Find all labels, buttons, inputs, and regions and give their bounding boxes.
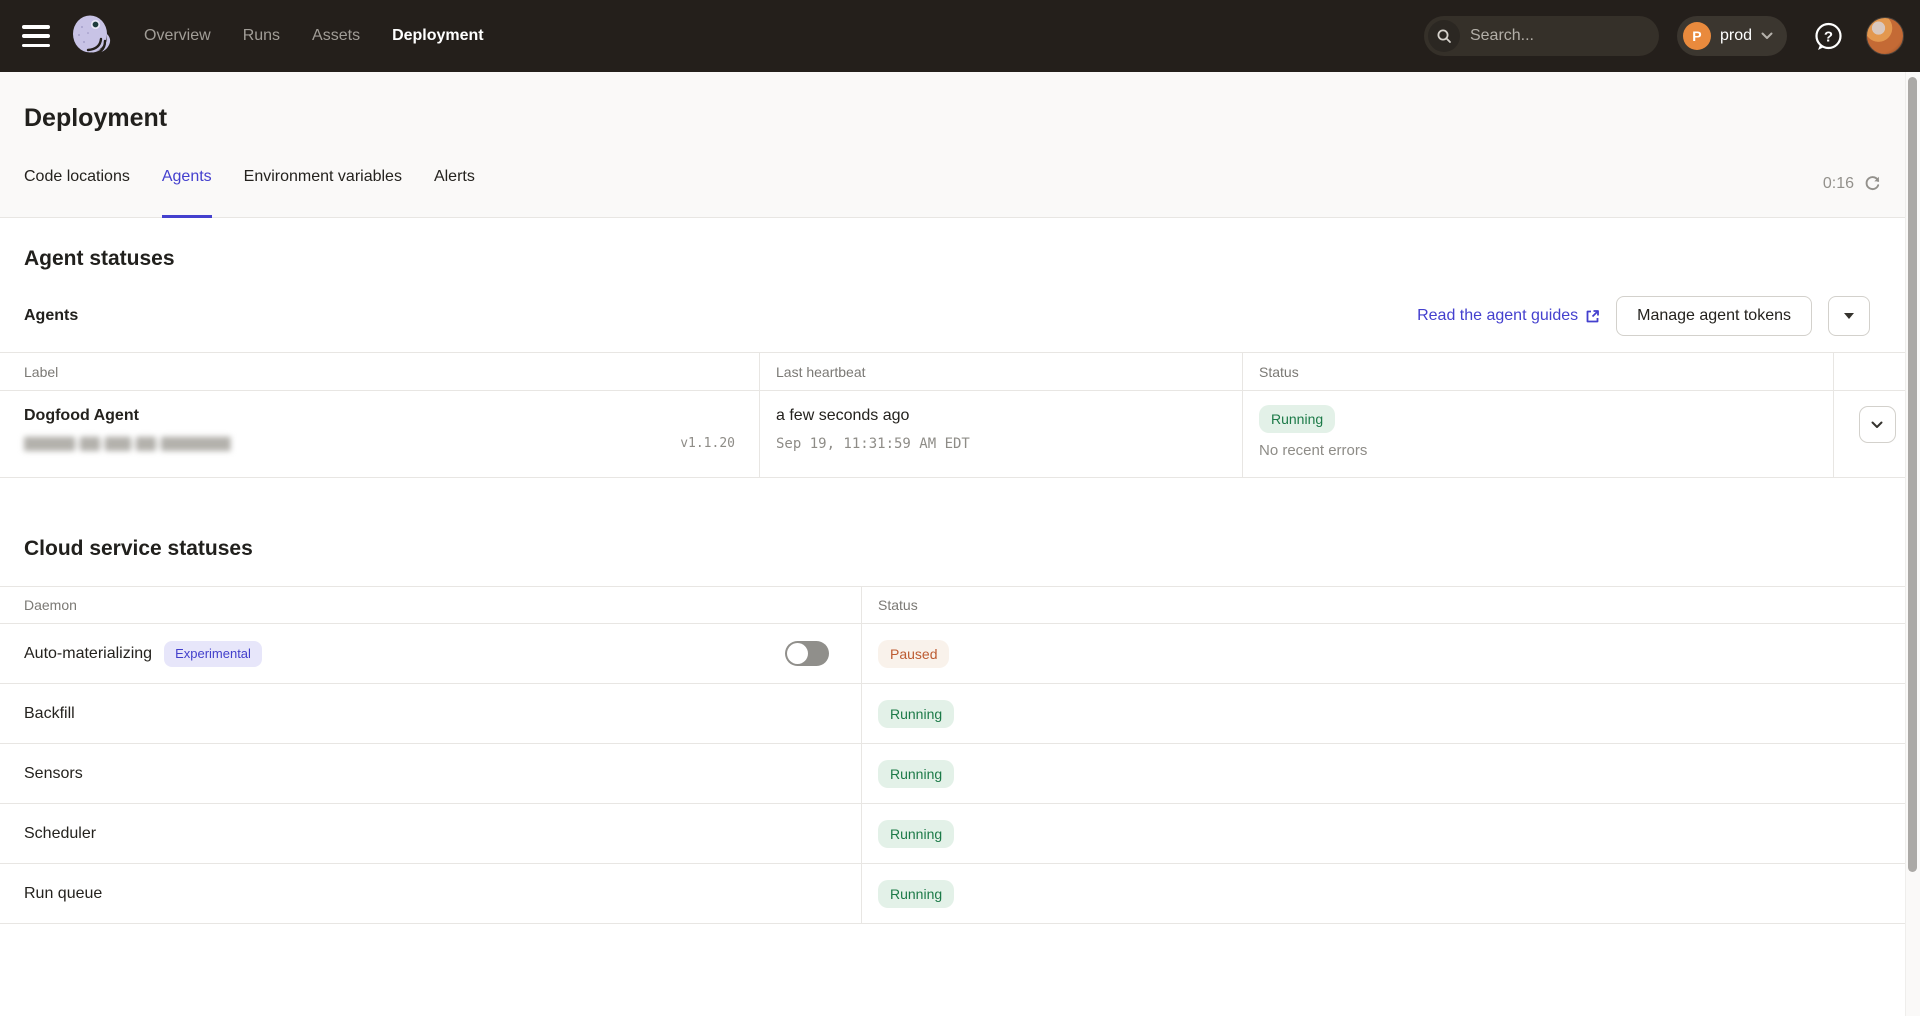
daemon-status-cell: Running xyxy=(861,864,1920,923)
toggle-knob xyxy=(787,643,808,664)
scrollbar-track xyxy=(1905,72,1920,1016)
agent-table-row: Dogfood Agent ████████-███-████-███-████… xyxy=(0,391,1920,478)
agents-table: Label Last heartbeat Status Dogfood Agen… xyxy=(0,352,1920,478)
daemon-row-sensors: Sensors Running xyxy=(0,744,1920,804)
org-name: prod xyxy=(1720,27,1752,45)
daemon-row-backfill: Backfill Running xyxy=(0,684,1920,744)
daemon-cell: Backfill xyxy=(0,684,861,743)
agent-expand-button[interactable] xyxy=(1859,406,1896,443)
tab-environment-variables[interactable]: Environment variables xyxy=(244,166,402,218)
dagster-logo[interactable] xyxy=(68,13,114,59)
heartbeat-timestamp: Sep 19, 11:31:59 AM EDT xyxy=(776,436,1226,452)
nav-assets[interactable]: Assets xyxy=(312,27,360,45)
svg-text:?: ? xyxy=(1824,28,1833,45)
daemon-name: Scheduler xyxy=(24,825,96,843)
deployment-switcher[interactable]: P prod xyxy=(1677,16,1787,56)
agents-more-actions-button[interactable] xyxy=(1828,296,1870,336)
daemon-status-cell: Paused xyxy=(861,624,1920,683)
search-input[interactable] xyxy=(1460,27,1687,45)
agent-statuses-heading: Agent statuses xyxy=(24,246,1920,272)
refresh-countdown: 0:16 xyxy=(1823,175,1854,193)
daemon-row-auto-materializing: Auto-materializing Experimental Paused xyxy=(0,624,1920,684)
daemon-cell: Auto-materializing Experimental xyxy=(0,624,861,683)
tab-alerts[interactable]: Alerts xyxy=(434,166,475,218)
read-agent-guides-link[interactable]: Read the agent guides xyxy=(1417,307,1600,325)
col-daemon-status: Status xyxy=(861,587,1920,623)
status-badge-paused: Paused xyxy=(878,640,949,668)
daemon-cell: Sensors xyxy=(0,744,861,803)
status-badge-running: Running xyxy=(878,820,954,848)
agent-name: Dogfood Agent xyxy=(24,405,743,427)
tab-agents[interactable]: Agents xyxy=(162,166,212,218)
col-label: Label xyxy=(0,353,759,390)
external-link-icon xyxy=(1585,309,1600,324)
col-status: Status xyxy=(1242,353,1833,390)
heartbeat-relative: a few seconds ago xyxy=(776,405,1226,427)
status-badge-running: Running xyxy=(878,700,954,728)
agent-status-detail: No recent errors xyxy=(1259,442,1817,459)
scrollbar-thumb[interactable] xyxy=(1908,77,1917,872)
agents-toolbar: Agents Read the agent guides Manage agen… xyxy=(0,296,1920,336)
status-badge-running: Running xyxy=(878,880,954,908)
daemon-row-scheduler: Scheduler Running xyxy=(0,804,1920,864)
org-avatar: P xyxy=(1683,22,1711,50)
cloud-table-header: Daemon Status xyxy=(0,587,1920,624)
agent-status-badge: Running xyxy=(1259,405,1335,433)
daemon-status-cell: Running xyxy=(861,804,1920,863)
agent-heartbeat-cell: a few seconds ago Sep 19, 11:31:59 AM ED… xyxy=(759,391,1242,477)
manage-agent-tokens-button[interactable]: Manage agent tokens xyxy=(1616,296,1812,336)
daemon-name: Backfill xyxy=(24,705,75,723)
primary-nav: Overview Runs Assets Deployment xyxy=(144,27,484,45)
deployment-tabs: Code locations Agents Environment variab… xyxy=(24,166,1920,218)
agent-label-cell: Dogfood Agent ████████-███-████-███-████… xyxy=(0,391,759,477)
chevron-down-icon xyxy=(1761,32,1773,40)
cloud-services-table: Daemon Status Auto-materializing Experim… xyxy=(0,586,1920,924)
top-navigation-bar: Overview Runs Assets Deployment / P prod… xyxy=(0,0,1920,72)
nav-overview[interactable]: Overview xyxy=(144,27,211,45)
user-avatar[interactable] xyxy=(1866,17,1904,55)
status-badge-running: Running xyxy=(878,760,954,788)
tab-code-locations[interactable]: Code locations xyxy=(24,166,130,218)
search-icon xyxy=(1428,20,1460,52)
agents-actions: Read the agent guides Manage agent token… xyxy=(1417,296,1870,336)
daemon-status-cell: Running xyxy=(861,744,1920,803)
agent-id-redacted: ████████-███-████-███-███████████ xyxy=(24,437,229,451)
page-title: Deployment xyxy=(24,100,1920,136)
nav-deployment[interactable]: Deployment xyxy=(392,27,484,45)
help-icon[interactable]: ? xyxy=(1813,21,1844,52)
nav-runs[interactable]: Runs xyxy=(243,27,280,45)
cloud-service-statuses-heading: Cloud service statuses xyxy=(24,536,1920,562)
hamburger-menu-icon[interactable] xyxy=(22,25,50,47)
page-header: Deployment Code locations Agents Environ… xyxy=(0,72,1920,218)
agent-status-cell: Running No recent errors xyxy=(1242,391,1833,477)
col-daemon: Daemon xyxy=(0,587,861,623)
agent-version: v1.1.20 xyxy=(680,436,735,451)
topbar-right-cluster: / P prod ? xyxy=(1424,16,1904,56)
agents-table-header: Label Last heartbeat Status xyxy=(0,353,1920,391)
daemon-status-cell: Running xyxy=(861,684,1920,743)
refresh-area: 0:16 xyxy=(1823,174,1882,193)
daemon-name: Sensors xyxy=(24,765,83,783)
expand-chevron-icon xyxy=(1871,421,1883,429)
col-last-heartbeat: Last heartbeat xyxy=(759,353,1242,390)
auto-materializing-toggle[interactable] xyxy=(785,641,829,666)
daemon-name: Run queue xyxy=(24,885,102,903)
caret-down-icon xyxy=(1844,313,1854,319)
daemon-cell: Scheduler xyxy=(0,804,861,863)
daemon-name: Auto-materializing xyxy=(24,645,152,663)
daemon-row-run-queue: Run queue Running xyxy=(0,864,1920,924)
search-box[interactable]: / xyxy=(1424,16,1659,56)
refresh-icon[interactable] xyxy=(1863,174,1882,193)
daemon-cell: Run queue xyxy=(0,864,861,923)
agents-subheading: Agents xyxy=(24,307,78,325)
experimental-badge: Experimental xyxy=(164,641,262,667)
read-agent-guides-label: Read the agent guides xyxy=(1417,307,1578,325)
